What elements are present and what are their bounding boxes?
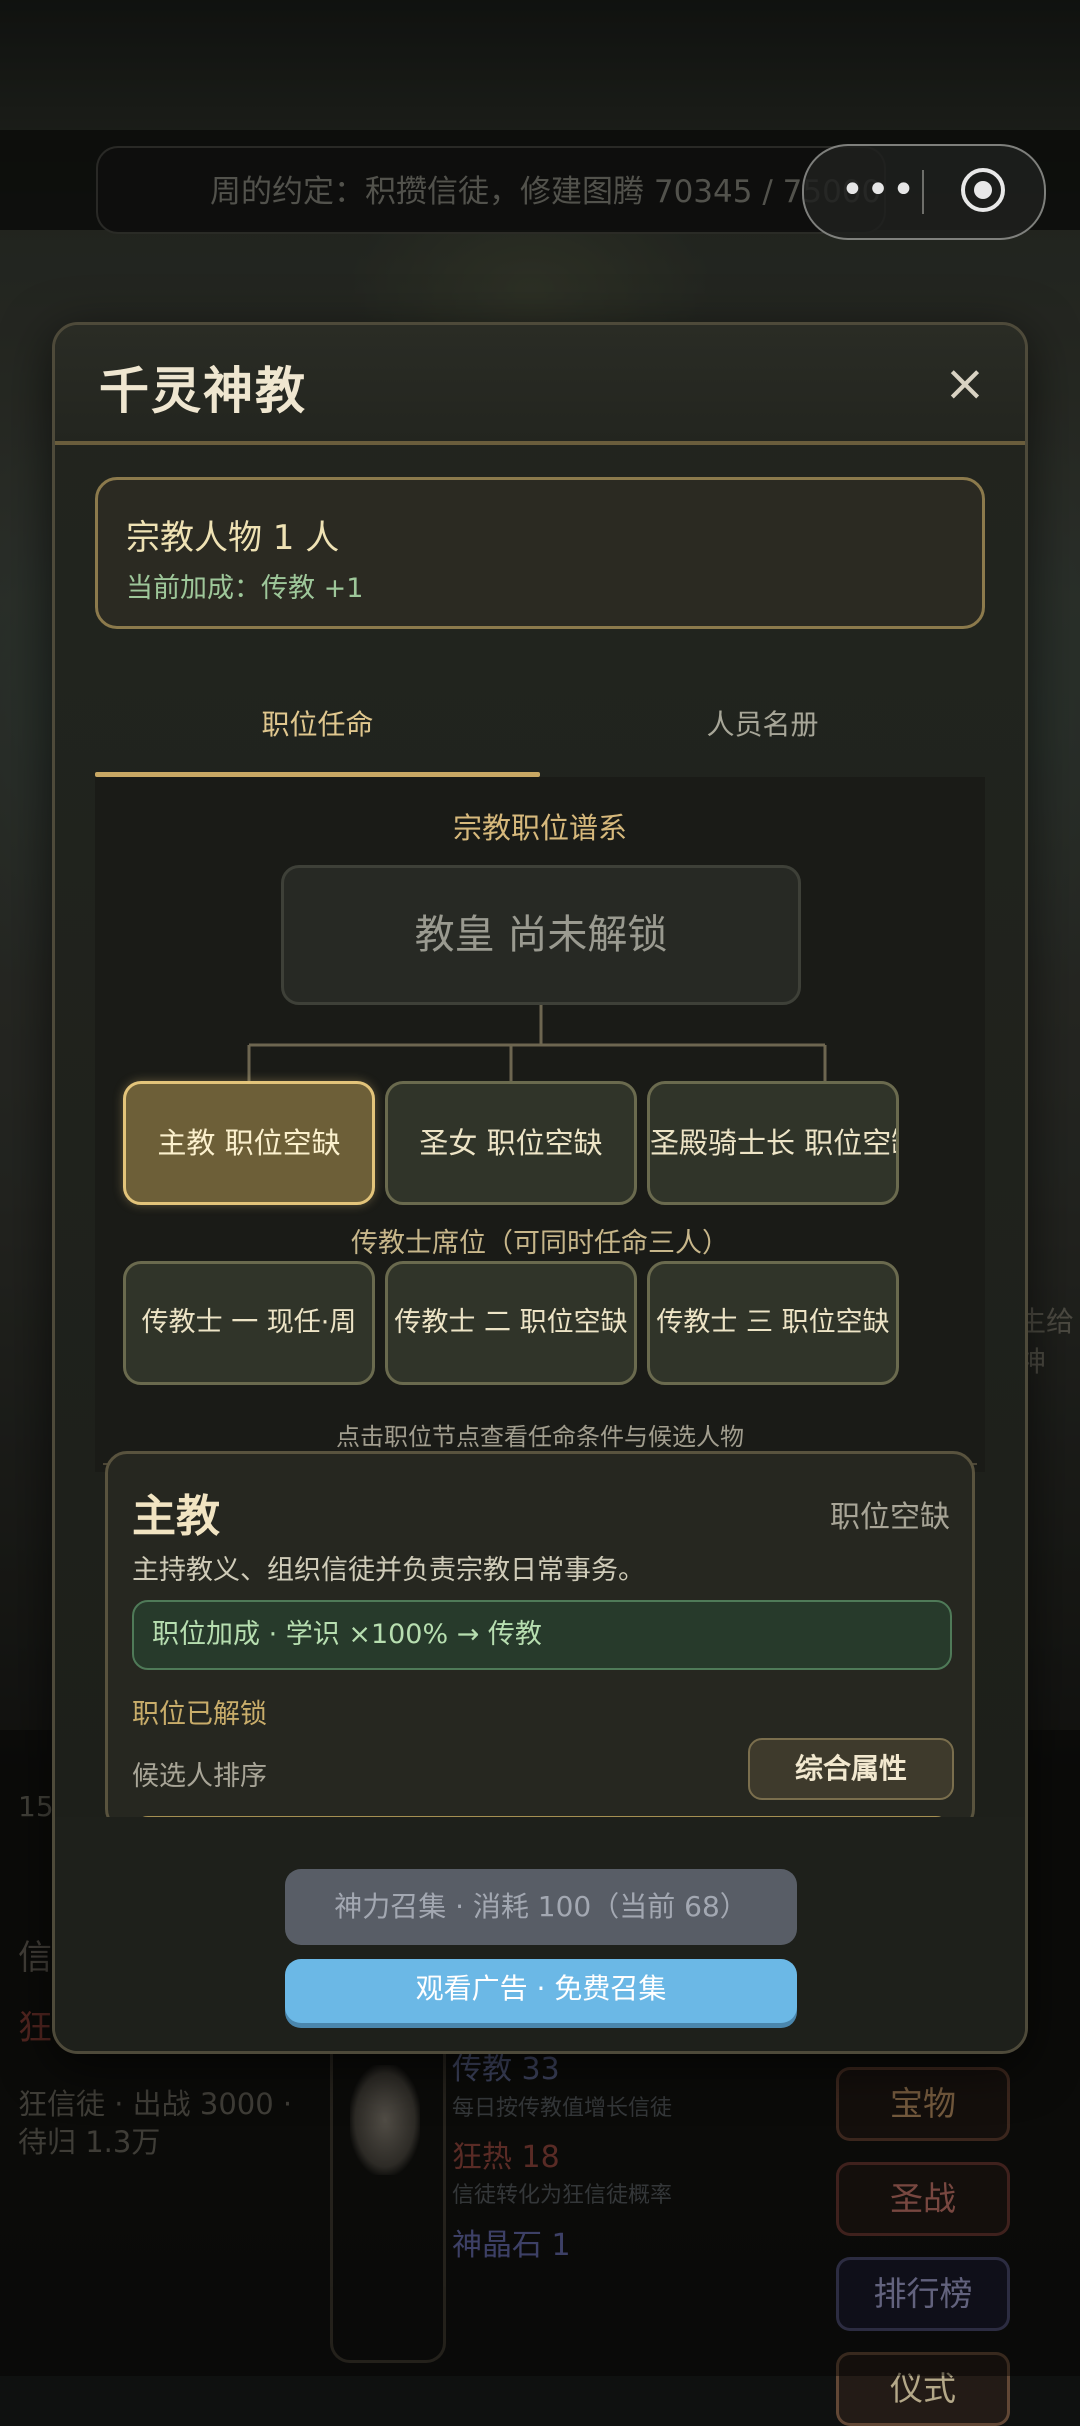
missionary-node-3[interactable]: 传教士 三 职位空缺 (647, 1261, 899, 1385)
religion-modal: 千灵神教 × 宗教人物 1 人 当前加成：传教 +1 职位任命 人员名册 宗教职… (52, 322, 1028, 2054)
more-dots-icon[interactable]: ••• (834, 170, 924, 212)
position-description: 主持教义、组织信徒并负责宗教日常事务。 (132, 1555, 645, 1586)
bishop-node[interactable]: 主教 职位空缺 (123, 1081, 375, 1205)
tab-appointment[interactable]: 职位任命 (95, 685, 540, 777)
miniprogram-capsule: ••• (802, 144, 1046, 240)
saintess-node[interactable]: 圣女 职位空缺 (385, 1081, 637, 1205)
candidate-sort-label: 候选人排序 (132, 1761, 267, 1792)
position-unlocked-status: 职位已解锁 (132, 1699, 267, 1730)
capsule-divider (922, 170, 924, 214)
current-bonus: 当前加成：传教 +1 (126, 573, 364, 604)
pope-node[interactable]: 教皇 尚未解锁 (281, 865, 801, 1005)
modal-title: 千灵神教 (99, 362, 307, 420)
modal-header: 千灵神教 × (55, 325, 1025, 445)
position-bonus: 职位加成 · 学识 ×100% → 传教 (132, 1600, 952, 1670)
watch-ad-summon-button[interactable]: 观看广告 · 免费召集 (285, 1959, 797, 2023)
missionary-node-2[interactable]: 传教士 二 职位空缺 (385, 1261, 637, 1385)
tab-bar: 职位任命 人员名册 (95, 685, 985, 779)
templar-commander-node[interactable]: 圣殿骑士长 职位空缺 (647, 1081, 899, 1205)
sort-by-attribute-button[interactable]: 综合属性 (748, 1738, 954, 1800)
tree-hint: 点击职位节点查看任命条件与候选人物 (336, 1423, 744, 1451)
close-icon[interactable]: × (941, 358, 989, 409)
tab-roster[interactable]: 人员名册 (540, 685, 985, 777)
divine-summon-button[interactable]: 神力召集 · 消耗 100（当前 68） (285, 1869, 797, 1945)
target-circle-icon[interactable] (961, 168, 1005, 212)
position-status: 职位空缺 (830, 1500, 950, 1535)
missionary-seats-title: 传教士席位（可同时任命三人） (351, 1228, 729, 1259)
religious-figure-count: 宗教人物 1 人 (126, 518, 340, 558)
position-tree: 宗教职位谱系 教皇 尚未解锁 主教 职位空缺 圣女 职位空缺 圣殿骑士长 职位空… (95, 777, 985, 1472)
position-detail-card: 主教 职位空缺 主持教义、组织信徒并负责宗教日常事务。 职位加成 · 学识 ×1… (105, 1451, 975, 1831)
summary-card: 宗教人物 1 人 当前加成：传教 +1 (95, 477, 985, 629)
position-name: 主教 (132, 1491, 220, 1542)
missionary-node-1[interactable]: 传教士 一 现任·周 (123, 1261, 375, 1385)
